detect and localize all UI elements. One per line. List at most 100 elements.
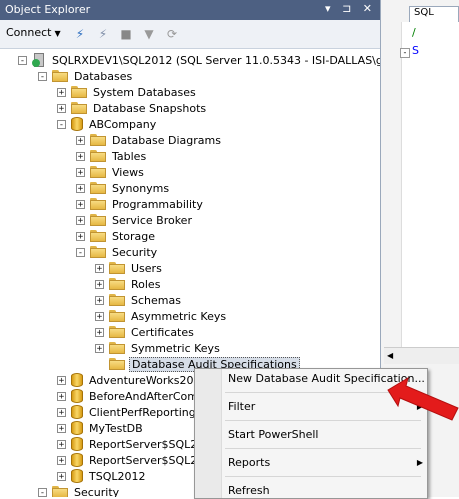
object-explorer-toolbar: Connect ▼ ⚡ ⚡ ■ ▼ ⟳	[0, 20, 380, 49]
tree-node[interactable]: + ReportServer$SQL20	[57, 436, 206, 452]
expand-icon[interactable]: +	[76, 167, 85, 177]
database-icon	[71, 421, 83, 435]
tree-node[interactable]: - SQLRXDEV1\SQL2012 (SQL Server 11.0.5343…	[18, 52, 380, 68]
expand-icon[interactable]: +	[95, 343, 104, 353]
expand-icon[interactable]: +	[57, 439, 66, 449]
expand-icon[interactable]: +	[57, 407, 66, 417]
tree-node[interactable]: + Database Diagrams	[76, 132, 223, 148]
expand-icon[interactable]: +	[76, 183, 85, 193]
menu-item-start-powershell[interactable]: Start PowerShell	[228, 428, 318, 441]
database-icon	[71, 117, 83, 131]
expand-icon[interactable]: +	[57, 391, 66, 401]
tree-node[interactable]: + BeforeAndAfterComp	[57, 388, 207, 404]
red-arrow-annotation	[387, 376, 459, 421]
expand-icon[interactable]: +	[76, 231, 85, 241]
collapse-icon[interactable]: -	[38, 71, 47, 81]
expand-icon[interactable]: +	[57, 471, 66, 481]
collapse-icon[interactable]: -	[57, 119, 66, 129]
tree-node[interactable]: + Views	[76, 164, 146, 180]
tree-node-label: MyTestDB	[89, 421, 143, 435]
expand-icon[interactable]: +	[95, 327, 104, 337]
collapse-icon[interactable]: -	[18, 55, 27, 65]
tree-node[interactable]: + Programmability	[76, 196, 205, 212]
editor-body[interactable]: / - S	[400, 22, 459, 347]
disconnect-icon[interactable]: ⚡	[95, 26, 111, 42]
folder-icon	[90, 214, 106, 226]
tree-node[interactable]: - Databases	[38, 68, 134, 84]
database-icon	[71, 469, 83, 483]
expand-icon[interactable]: +	[57, 455, 66, 465]
collapse-icon[interactable]: -	[38, 487, 47, 497]
tree-node[interactable]: + AdventureWorks2012	[57, 372, 209, 388]
tree-node[interactable]: + Asymmetric Keys	[95, 308, 228, 324]
expand-icon[interactable]: +	[57, 423, 66, 433]
tree-node[interactable]: + Service Broker	[76, 212, 194, 228]
tree-node[interactable]: + Tables	[76, 148, 148, 164]
tree-node[interactable]: + MyTestDB	[57, 420, 145, 436]
database-icon	[71, 453, 83, 467]
menu-item-filter[interactable]: Filter	[228, 400, 255, 413]
tree-node[interactable]: + Schemas	[95, 292, 183, 308]
scroll-left-icon[interactable]: ◀	[387, 351, 393, 360]
tree-node[interactable]: + TSQL2012	[57, 468, 147, 484]
tree-node[interactable]: - Security	[76, 244, 159, 260]
expand-icon[interactable]: +	[95, 263, 104, 273]
connect-icon[interactable]: ⚡	[72, 26, 88, 42]
menu-separator	[225, 476, 421, 477]
panel-window-buttons[interactable]: ▾ ⊐ ✕	[325, 2, 376, 15]
tree-node-label: Database Diagrams	[112, 133, 221, 147]
expand-icon[interactable]: +	[76, 199, 85, 209]
expand-icon[interactable]: +	[57, 103, 66, 113]
tree-node[interactable]: + Symmetric Keys	[95, 340, 222, 356]
tree-node[interactable]: + System Databases	[57, 84, 198, 100]
tree-node[interactable]: - ABCompany	[57, 116, 158, 132]
tree-node-label: Users	[131, 261, 162, 275]
expand-icon[interactable]: +	[76, 215, 85, 225]
tree-node[interactable]: + Roles	[95, 276, 162, 292]
tree-node-label: Symmetric Keys	[131, 341, 220, 355]
tree-node-label: AdventureWorks2012	[89, 373, 208, 387]
database-icon	[71, 437, 83, 451]
editor-tab[interactable]: SQL	[409, 6, 459, 22]
folder-icon	[109, 358, 125, 370]
tree-node[interactable]: + Storage	[76, 228, 157, 244]
expand-icon[interactable]: +	[76, 151, 85, 161]
tree-node-label: Synonyms	[112, 181, 170, 195]
refresh-icon[interactable]: ⟳	[164, 26, 180, 42]
folder-icon	[90, 182, 106, 194]
expand-icon[interactable]: +	[57, 375, 66, 385]
expand-icon[interactable]: +	[95, 311, 104, 321]
tree-node[interactable]: + Users	[95, 260, 164, 276]
expand-icon[interactable]: +	[95, 279, 104, 289]
collapse-icon[interactable]: -	[76, 247, 85, 257]
editor-line-1: /	[412, 26, 416, 39]
folder-icon	[109, 342, 125, 354]
menu-item-reports[interactable]: Reports	[228, 456, 270, 469]
folder-icon	[109, 326, 125, 338]
expand-icon[interactable]: +	[76, 135, 85, 145]
tree-node-label: ABCompany	[89, 117, 157, 131]
tree-node[interactable]: + ReportServer$SQL20	[57, 452, 206, 468]
folder-icon	[52, 70, 68, 82]
tree-node[interactable]: + Certificates	[95, 324, 196, 340]
folder-icon	[90, 150, 106, 162]
folder-icon	[109, 262, 125, 274]
stop-icon[interactable]: ■	[118, 26, 134, 42]
tree-node-label: System Databases	[93, 85, 196, 99]
tree-node[interactable]: + ClientPerfReporting	[57, 404, 198, 420]
filter-icon[interactable]: ▼	[141, 26, 157, 42]
folder-icon	[90, 134, 106, 146]
tree-node[interactable]: - Security	[38, 484, 121, 497]
collapse-icon[interactable]: -	[400, 48, 410, 58]
connect-button[interactable]: Connect ▼	[6, 26, 61, 39]
folder-icon	[52, 486, 68, 497]
menu-item-refresh[interactable]: Refresh	[228, 484, 270, 497]
expand-icon[interactable]: +	[95, 295, 104, 305]
tree-node[interactable]: + Synonyms	[76, 180, 171, 196]
folder-icon	[90, 246, 106, 258]
tree-node-label: ReportServer$SQL20	[89, 437, 205, 451]
expand-icon[interactable]: +	[57, 87, 66, 97]
editor-horizontal-scrollbar[interactable]: ◀	[384, 347, 459, 364]
folder-icon	[71, 86, 87, 98]
tree-node[interactable]: + Database Snapshots	[57, 100, 208, 116]
